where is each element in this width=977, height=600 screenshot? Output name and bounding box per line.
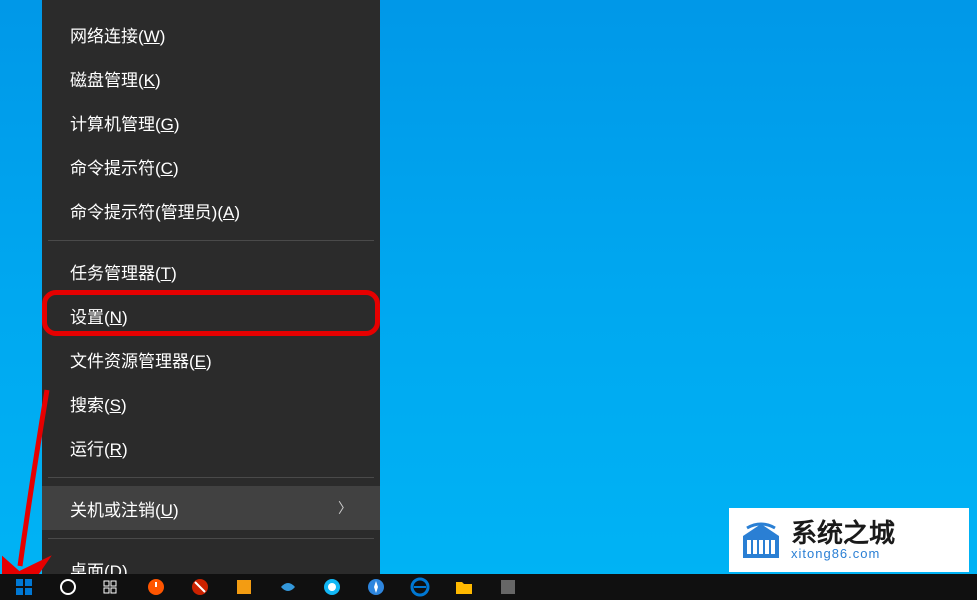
menu-group: 关机或注销(U) 〉 <box>42 482 380 534</box>
qq-icon[interactable] <box>320 575 344 599</box>
app-icon[interactable] <box>232 575 256 599</box>
watermark-text: 系统之城 xitong86.com <box>791 519 895 562</box>
menu-item-label: 文件资源管理器(E) <box>70 347 212 372</box>
menu-item-file-explorer[interactable]: 文件资源管理器(E) <box>42 337 380 381</box>
menu-item-label: 任务管理器(T) <box>70 259 177 284</box>
watermark: 系统之城 xitong86.com <box>729 508 969 572</box>
menu-item-network-connections[interactable]: 网络连接(W) <box>42 12 380 56</box>
watermark-logo-icon <box>739 518 783 562</box>
app-icon[interactable] <box>496 575 520 599</box>
menu-separator <box>48 477 374 478</box>
taskbar <box>0 574 977 600</box>
watermark-title: 系统之城 <box>791 519 895 548</box>
menu-item-search[interactable]: 搜索(S) <box>42 381 380 425</box>
taskview-icon[interactable] <box>100 575 124 599</box>
circle-icon[interactable] <box>56 575 80 599</box>
menu-item-label: 命令提示符(管理员)(A) <box>70 198 240 223</box>
menu-item-label: 计算机管理(G) <box>70 110 180 135</box>
start-icon[interactable] <box>12 575 36 599</box>
compass-icon[interactable] <box>364 575 388 599</box>
menu-item-label: 搜索(S) <box>70 391 127 416</box>
chevron-right-icon: 〉 <box>338 498 352 518</box>
menu-item-label: 设置(N) <box>70 303 128 328</box>
menu-item-computer-management[interactable]: 计算机管理(G) <box>42 100 380 144</box>
menu-separator <box>48 538 374 539</box>
menu-item-command-prompt[interactable]: 命令提示符(C) <box>42 144 380 188</box>
block-icon[interactable] <box>188 575 212 599</box>
menu-item-shutdown-signout[interactable]: 关机或注销(U) 〉 <box>42 486 380 530</box>
menu-item-run[interactable]: 运行(R) <box>42 425 380 469</box>
watermark-url: xitong86.com <box>791 547 895 561</box>
menu-item-label: 运行(R) <box>70 435 128 460</box>
power-icon[interactable] <box>144 575 168 599</box>
menu-item-command-prompt-admin[interactable]: 命令提示符(管理员)(A) <box>42 188 380 232</box>
menu-item-label: 磁盘管理(K) <box>70 66 161 91</box>
menu-item-label: 网络连接(W) <box>70 22 165 47</box>
winx-context-menu: 网络连接(W) 磁盘管理(K) 计算机管理(G) 命令提示符(C) 命令提示符(管理员)… <box>42 0 380 595</box>
menu-item-disk-management[interactable]: 磁盘管理(K) <box>42 56 380 100</box>
folder-icon[interactable] <box>452 575 476 599</box>
menu-group: 任务管理器(T) 设置(N) 文件资源管理器(E) 搜索(S) 运行(R) <box>42 245 380 473</box>
menu-separator <box>48 240 374 241</box>
menu-item-task-manager[interactable]: 任务管理器(T) <box>42 249 380 293</box>
menu-item-label: 关机或注销(U) <box>70 496 179 521</box>
menu-item-settings[interactable]: 设置(N) <box>42 293 380 337</box>
edge-icon[interactable] <box>408 575 432 599</box>
menu-item-label: 命令提示符(C) <box>70 154 179 179</box>
menu-group: 网络连接(W) 磁盘管理(K) 计算机管理(G) 命令提示符(C) 命令提示符(管理员)… <box>42 8 380 236</box>
leaf-icon[interactable] <box>276 575 300 599</box>
